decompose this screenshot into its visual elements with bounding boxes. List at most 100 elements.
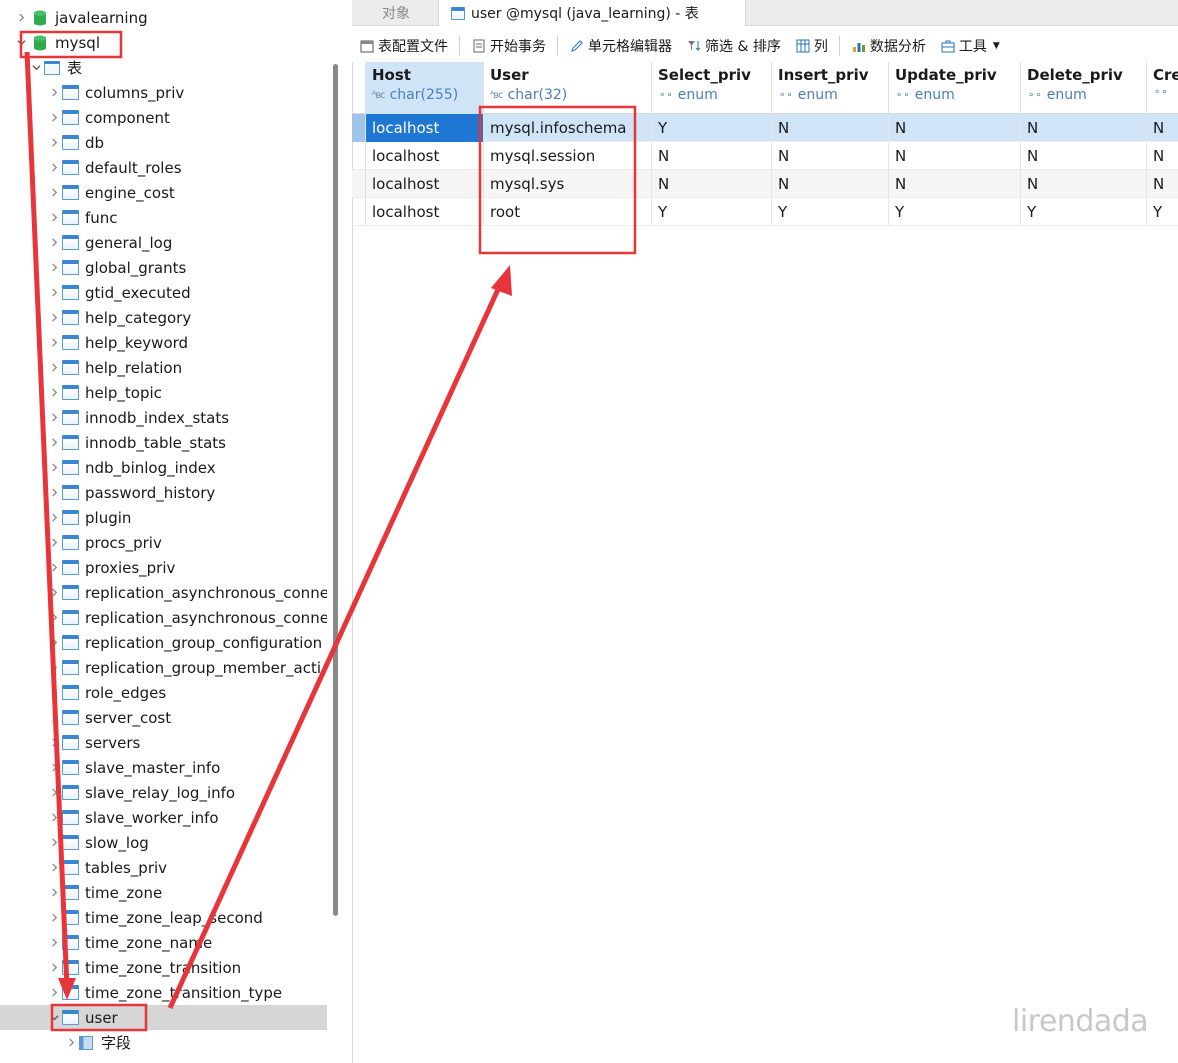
chevron-right-icon[interactable] (46, 755, 62, 780)
chevron-right-icon[interactable] (46, 805, 62, 830)
chevron-right-icon[interactable] (46, 630, 62, 655)
table-cell[interactable]: localhost (366, 114, 484, 142)
tree-table-item[interactable]: proxies_priv (0, 555, 327, 580)
chevron-right-icon[interactable] (46, 130, 62, 155)
tree-table-item[interactable]: slave_worker_info (0, 805, 327, 830)
tree-fields-item[interactable]: 字段 (0, 1030, 327, 1055)
chevron-right-icon[interactable] (46, 355, 62, 380)
table-cell[interactable]: N (1021, 142, 1147, 170)
column-header[interactable]: Select_priv ⚬⚬ enum (652, 62, 772, 114)
tree-table-item[interactable]: role_edges (0, 680, 327, 705)
chevron-right-icon[interactable] (46, 105, 62, 130)
tree-table-item[interactable]: user (0, 1005, 327, 1030)
table-cell[interactable]: N (1021, 170, 1147, 198)
chevron-down-icon[interactable] (13, 30, 29, 55)
table-cell[interactable]: N (889, 170, 1021, 198)
tree-table-item[interactable]: replication_asynchronous_conne (0, 580, 327, 605)
tree-table-item[interactable]: help_keyword (0, 330, 327, 355)
chevron-right-icon[interactable] (46, 155, 62, 180)
cell-editor-button[interactable]: 单元格编辑器 (562, 32, 679, 60)
tree-table-item[interactable]: plugin (0, 505, 327, 530)
table-cell[interactable]: N (652, 142, 772, 170)
table-cell[interactable]: Y (1147, 198, 1178, 226)
row-marker[interactable] (352, 198, 366, 226)
chevron-right-icon[interactable] (46, 280, 62, 305)
row-marker[interactable] (352, 142, 366, 170)
table-cell[interactable]: Y (652, 114, 772, 142)
table-cell[interactable]: Y (889, 198, 1021, 226)
tree-table-item[interactable]: replication_asynchronous_conne (0, 605, 327, 630)
chevron-right-icon[interactable] (46, 580, 62, 605)
table-cell[interactable]: N (772, 170, 889, 198)
chevron-right-icon[interactable] (13, 5, 29, 30)
chevron-right-icon[interactable] (46, 955, 62, 980)
table-row[interactable]: localhost mysql.infoschema Y N N N N (352, 114, 1178, 142)
chevron-right-icon[interactable] (46, 930, 62, 955)
chevron-right-icon[interactable] (46, 730, 62, 755)
tree-table-item[interactable]: time_zone_leap_second (0, 905, 327, 930)
tree-table-item[interactable]: help_topic (0, 380, 327, 405)
column-header[interactable]: Delete_priv ⚬⚬ enum (1021, 62, 1147, 114)
table-cell[interactable]: localhost (366, 142, 484, 170)
tree-table-item[interactable]: global_grants (0, 255, 327, 280)
tree-tables-group[interactable]: 表 (0, 55, 327, 80)
column-header[interactable]: User ᴬʙc char(32) (484, 62, 652, 114)
chevron-right-icon[interactable] (46, 405, 62, 430)
chevron-right-icon[interactable] (46, 455, 62, 480)
chevron-right-icon[interactable] (46, 605, 62, 630)
chevron-right-icon[interactable] (46, 680, 62, 705)
table-cell[interactable]: N (772, 142, 889, 170)
chevron-right-icon[interactable] (46, 880, 62, 905)
table-cell[interactable]: N (1021, 114, 1147, 142)
table-cell[interactable]: mysql.session (484, 142, 652, 170)
tree-table-item[interactable]: help_category (0, 305, 327, 330)
filter-sort-button[interactable]: 筛选 & 排序 (679, 32, 788, 60)
tools-button[interactable]: 工具 ▼ (933, 32, 1007, 60)
tree-table-item[interactable]: servers (0, 730, 327, 755)
tree-table-item[interactable]: engine_cost (0, 180, 327, 205)
chevron-right-icon[interactable] (46, 480, 62, 505)
table-cell[interactable]: N (889, 142, 1021, 170)
tree-table-item[interactable]: ndb_binlog_index (0, 455, 327, 480)
column-header[interactable]: Insert_priv ⚬⚬ enum (772, 62, 889, 114)
chevron-right-icon[interactable] (46, 780, 62, 805)
tree-db-mysql[interactable]: mysql (0, 30, 327, 55)
tree-table-item[interactable]: columns_priv (0, 80, 327, 105)
tree-db-javalearning[interactable]: javalearning (0, 5, 327, 30)
tree-table-item[interactable]: func (0, 205, 327, 230)
tree-table-item[interactable]: innodb_index_stats (0, 405, 327, 430)
table-row[interactable]: localhost mysql.session N N N N N (352, 142, 1178, 170)
tree-table-item[interactable]: server_cost (0, 705, 327, 730)
table-cell[interactable]: N (1147, 170, 1178, 198)
chevron-right-icon[interactable] (46, 380, 62, 405)
tree-table-item[interactable]: innodb_table_stats (0, 430, 327, 455)
chevron-right-icon[interactable] (46, 180, 62, 205)
chevron-right-icon[interactable] (46, 255, 62, 280)
column-header[interactable]: Host ᴬʙc char(255) (366, 62, 484, 114)
tree-table-item[interactable]: help_relation (0, 355, 327, 380)
chevron-right-icon[interactable] (46, 205, 62, 230)
tree-table-item[interactable]: component (0, 105, 327, 130)
table-cell[interactable]: Y (1021, 198, 1147, 226)
table-cell[interactable]: N (889, 114, 1021, 142)
tree-table-item[interactable]: replication_group_member_acti (0, 655, 327, 680)
row-marker[interactable] (352, 170, 366, 198)
column-header[interactable]: Cre ⚬⚬ (1147, 62, 1178, 114)
chevron-right-icon[interactable] (46, 705, 62, 730)
table-cell[interactable]: N (1147, 142, 1178, 170)
tree-table-item[interactable]: db (0, 130, 327, 155)
tree-table-item[interactable]: time_zone_transition_type (0, 980, 327, 1005)
tree-table-item[interactable]: replication_group_configuration (0, 630, 327, 655)
tab-user-table[interactable]: user @mysql (java_learning) - 表 (438, 0, 746, 26)
tree-table-item[interactable]: tables_priv (0, 855, 327, 880)
tree-table-item[interactable]: gtid_executed (0, 280, 327, 305)
chevron-right-icon[interactable] (46, 980, 62, 1005)
tree-table-item[interactable]: slave_master_info (0, 755, 327, 780)
chevron-down-icon[interactable] (46, 1005, 62, 1030)
chevron-right-icon[interactable] (46, 430, 62, 455)
table-cell[interactable]: N (652, 170, 772, 198)
chevron-right-icon[interactable] (46, 330, 62, 355)
tree-table-item[interactable]: general_log (0, 230, 327, 255)
column-header[interactable]: Update_priv ⚬⚬ enum (889, 62, 1021, 114)
config-file-button[interactable]: 表配置文件 (352, 32, 455, 60)
